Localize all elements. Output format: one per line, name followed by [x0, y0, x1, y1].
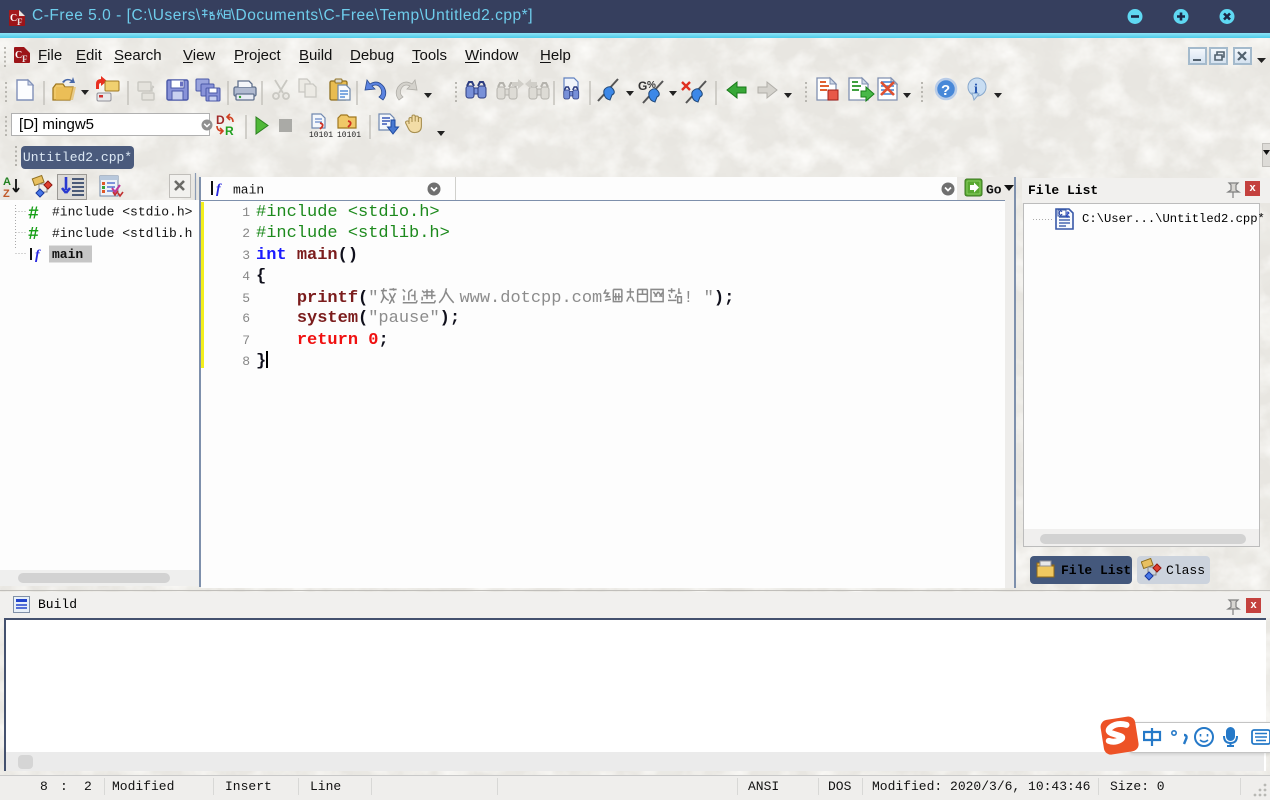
- svg-text:#include <stdlib.h: #include <stdlib.h: [52, 226, 192, 241]
- svg-text:D: D: [216, 113, 225, 127]
- svg-text:#: #: [28, 205, 39, 225]
- svg-text:R: R: [225, 124, 234, 138]
- svg-text:10101: 10101: [337, 131, 361, 140]
- svg-text:F: F: [22, 54, 28, 64]
- svg-text:10101: 10101: [309, 131, 333, 140]
- svg-text:F: F: [17, 17, 23, 26]
- svg-text:main: main: [52, 247, 83, 262]
- svg-text:?: ?: [941, 82, 950, 99]
- svg-text:A: A: [3, 176, 11, 188]
- svg-text:main: main: [233, 183, 264, 198]
- svg-text:C: C: [1059, 211, 1063, 219]
- svg-text:#include <stdio.h>: #include <stdio.h>: [52, 205, 193, 220]
- svg-text:f: f: [216, 182, 222, 197]
- svg-text:G: G: [638, 79, 647, 93]
- svg-text:Z: Z: [3, 188, 10, 200]
- svg-text:#: #: [28, 225, 39, 245]
- svg-text:i: i: [974, 82, 978, 97]
- svg-text:Go: Go: [986, 183, 1002, 198]
- svg-text:f: f: [35, 248, 41, 263]
